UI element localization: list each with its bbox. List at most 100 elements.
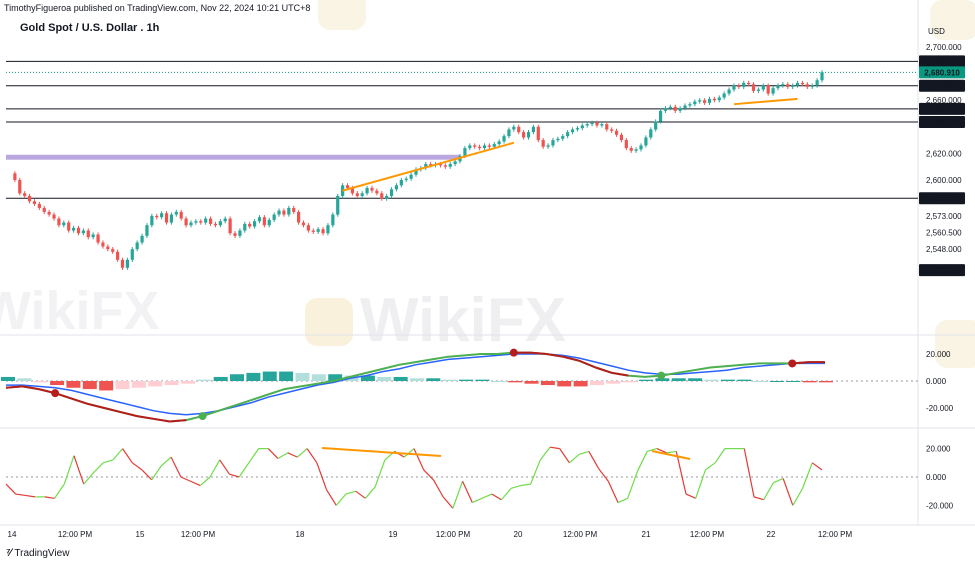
macd-cross-marker — [51, 389, 60, 398]
candle-body — [551, 140, 555, 146]
candle-body — [600, 124, 604, 126]
oscillator-segment — [345, 490, 356, 495]
macd-histogram-bar — [639, 379, 654, 381]
oscillator-segment — [743, 448, 755, 497]
oscillator-segment — [277, 452, 289, 460]
candle-body — [614, 130, 619, 135]
macd-histogram-bar — [524, 381, 539, 384]
candle-body — [272, 214, 276, 220]
oscillator-segment — [297, 448, 308, 458]
candle-body — [62, 222, 66, 226]
time-tick-label: 12:00 PM — [58, 530, 93, 539]
candle-body — [37, 203, 41, 208]
candle-body — [473, 145, 477, 147]
macd-tick-label: 20.000 — [926, 350, 951, 359]
oscillator-segment — [131, 462, 143, 471]
oscillator-segment — [112, 448, 124, 461]
candle-body — [727, 89, 731, 94]
candle-body — [96, 234, 100, 243]
candle-body — [399, 180, 403, 186]
oscillator-segment — [83, 472, 94, 485]
oscillator-segment — [792, 488, 804, 506]
oscillator-segment — [44, 496, 55, 499]
oscillator-segment — [462, 481, 473, 503]
oscillator-segment — [782, 478, 794, 506]
candle-body — [106, 246, 110, 250]
candle-body — [32, 201, 37, 204]
candle-body — [810, 85, 814, 87]
oscillator-segment — [617, 497, 628, 504]
candle-body — [174, 211, 178, 215]
price-chart[interactable]: 2,700.0002,680.0002,660.0002,620.0002,60… — [0, 0, 975, 566]
oscillator-segment — [248, 448, 260, 464]
candle-body — [487, 145, 491, 147]
candle-body — [394, 185, 399, 190]
oscillator-segment — [549, 446, 560, 450]
time-tick-label: 14 — [8, 530, 17, 539]
oscillator-divergence-line — [321, 447, 442, 457]
macd-histogram-bar — [148, 381, 163, 387]
tradingview-brand: TradingView — [14, 547, 70, 559]
candle-body — [815, 80, 819, 86]
macd-histogram-bar — [459, 379, 474, 381]
candle-body — [800, 82, 805, 85]
candle-body — [668, 106, 672, 109]
oscillator-segment — [811, 462, 823, 471]
candle-body — [27, 195, 32, 202]
candle-body — [277, 210, 281, 215]
candle-body — [380, 193, 384, 199]
candle-body — [654, 121, 658, 130]
macd-histogram-bar — [540, 381, 555, 386]
candle-body — [199, 221, 203, 223]
oscillator-segment — [287, 452, 298, 458]
candle-body — [150, 215, 154, 226]
candle-body — [619, 134, 624, 141]
candle-body — [101, 242, 105, 247]
oscillator-segment — [15, 493, 26, 497]
oscillator-segment — [530, 459, 541, 485]
candle-body — [81, 230, 85, 234]
macd-histogram-bar — [393, 376, 408, 381]
tradingview-logo[interactable]: ⁷⁄ TradingView — [6, 547, 69, 559]
candle-body — [463, 148, 467, 157]
macd-histogram-bar — [606, 381, 621, 384]
macd-line-bearish-segment — [611, 371, 629, 377]
macd-histogram-bar — [802, 381, 817, 383]
candle-body — [678, 108, 682, 111]
oscillator-segment — [209, 459, 221, 478]
candle-body — [267, 219, 271, 226]
candle-body — [751, 84, 756, 91]
candle-body — [135, 242, 139, 250]
candle-body — [164, 213, 169, 223]
tradingview-logo-icon: ⁷⁄ — [6, 547, 11, 559]
candle-body — [336, 195, 340, 215]
macd-histogram-bar — [442, 379, 457, 381]
oscillator-segment — [54, 483, 65, 499]
time-tick-label: 12:00 PM — [563, 530, 598, 539]
macd-histogram-bar — [704, 379, 719, 381]
candle-body — [306, 225, 310, 231]
candle-body — [546, 145, 550, 147]
candle-body — [595, 122, 599, 126]
macd-histogram-bar — [786, 381, 801, 382]
candle-body — [575, 128, 580, 130]
candle-body — [189, 222, 193, 226]
candle-body — [644, 137, 648, 146]
oscillator-segment — [666, 450, 677, 454]
price-level-tag-label: 2,653.515 — [924, 105, 960, 114]
oscillator-segment — [335, 493, 347, 506]
candle-body — [771, 88, 775, 94]
candle-body — [820, 72, 824, 81]
candle-body — [204, 218, 208, 223]
divergence-trendline — [342, 141, 515, 192]
oscillator-segment — [500, 487, 512, 501]
candle-body — [292, 207, 296, 212]
candle-body — [297, 211, 301, 223]
candle-body — [282, 210, 286, 215]
oscillator-segment — [63, 455, 75, 485]
candle-body — [47, 211, 51, 215]
macd-histogram-bar — [99, 381, 114, 391]
candle-body — [443, 165, 447, 167]
candle-body — [732, 85, 736, 90]
oscillator-segment — [802, 462, 813, 489]
